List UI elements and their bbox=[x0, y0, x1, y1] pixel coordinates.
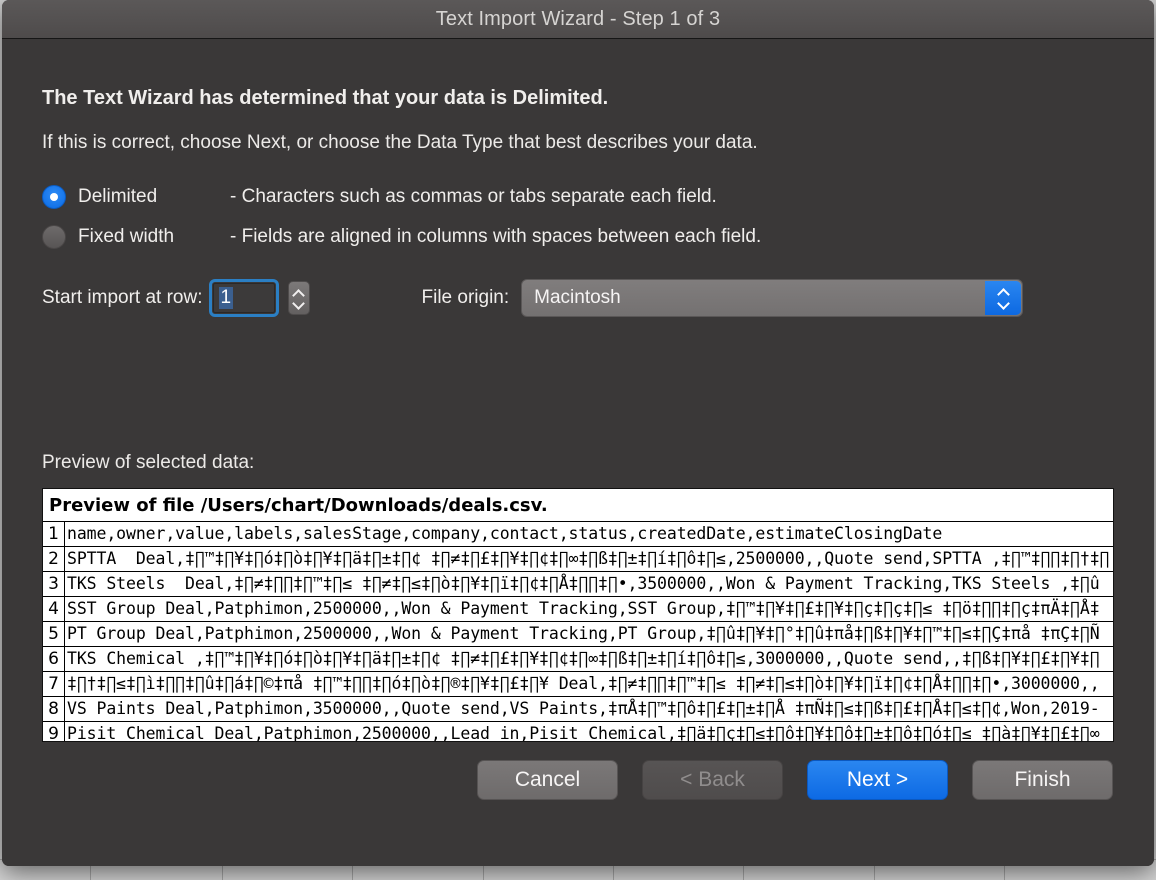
row-content: name,owner,value,labels,salesStage,compa… bbox=[67, 524, 943, 543]
row-content: VS Paints Deal,Patphimon,3500000,,Quote … bbox=[67, 699, 1100, 718]
back-button: < Back bbox=[642, 760, 783, 800]
dialog-title: Text Import Wizard - Step 1 of 3 bbox=[435, 7, 721, 30]
next-button[interactable]: Next > bbox=[807, 760, 948, 800]
start-import-row-label: Start import at row: bbox=[42, 287, 203, 308]
row-number: 4 bbox=[43, 597, 65, 621]
table-row: 2 SPTTA Deal,‡∏™‡∏¥‡∏ó‡∏ò‡∏¥‡∏ä‡∏±‡∏¢ ‡∏… bbox=[43, 547, 1113, 572]
radio-description-delimited: - Characters such as commas or tabs sepa… bbox=[230, 186, 717, 207]
radio-description-fixed-width: - Fields are aligned in columns with spa… bbox=[230, 226, 762, 247]
row-content: TKS Steels Deal,‡∏≠‡∏∏‡∏™‡∏≤ ‡∏≠‡∏≤‡∏ò‡∏… bbox=[67, 574, 1100, 593]
radio-option-fixed-width[interactable]: Fixed width - Fields are aligned in colu… bbox=[42, 220, 1114, 254]
dialog-titlebar: Text Import Wizard - Step 1 of 3 bbox=[2, 0, 1154, 39]
row-content: SPTTA Deal,‡∏™‡∏¥‡∏ó‡∏ò‡∏¥‡∏ä‡∏±‡∏¢ ‡∏≠‡… bbox=[67, 549, 1110, 568]
file-origin-label: File origin: bbox=[421, 287, 510, 308]
table-row: 4 SST Group Deal,Patphimon,2500000,,Won … bbox=[43, 597, 1113, 622]
dialog-button-row: Cancel < Back Next > Finish bbox=[42, 760, 1114, 800]
row-number: 1 bbox=[43, 522, 65, 546]
preview-section-label: Preview of selected data: bbox=[42, 452, 255, 473]
start-row-stepper[interactable] bbox=[287, 281, 310, 315]
radio-label-delimited: Delimited bbox=[78, 186, 158, 207]
row-content: ‡∏†‡∏≤‡∏ì‡∏∏‡∏û‡∏á‡∏©‡πå ‡∏™‡∏∏‡∏ó‡∏ò‡∏®… bbox=[67, 674, 1100, 693]
table-row: 3 TKS Steels Deal,‡∏≠‡∏∏‡∏™‡∏≤ ‡∏≠‡∏≤‡∏ò… bbox=[43, 572, 1113, 597]
start-row-value: 1 bbox=[218, 287, 234, 309]
row-number: 6 bbox=[43, 647, 65, 671]
preview-file-header: Preview of file /Users/chart/Downloads/d… bbox=[49, 495, 548, 516]
chevron-up-icon bbox=[998, 289, 1009, 296]
row-content: Pisit Chemical Deal,Patphimon,2500000,,L… bbox=[67, 724, 1100, 741]
row-number: 8 bbox=[43, 697, 65, 721]
table-row: 9 Pisit Chemical Deal,Patphimon,2500000,… bbox=[43, 722, 1113, 741]
import-options-row: Start import at row: 1 File origin: Maci… bbox=[42, 276, 1114, 320]
text-import-wizard-dialog: Text Import Wizard - Step 1 of 3 The Tex… bbox=[2, 0, 1154, 866]
row-number: 2 bbox=[43, 547, 65, 571]
chevron-up-icon[interactable] bbox=[293, 290, 304, 297]
table-row: 6 TKS Chemical ,‡∏™‡∏¥‡∏ó‡∏ò‡∏¥‡∏ä‡∏±‡∏¢… bbox=[43, 647, 1113, 672]
radio-selected-icon[interactable] bbox=[42, 185, 66, 209]
start-row-stepper-group[interactable]: 1 bbox=[208, 279, 310, 317]
chevron-down-icon[interactable] bbox=[293, 300, 304, 307]
start-row-input[interactable]: 1 bbox=[208, 279, 279, 317]
table-row: 1 name,owner,value,labels,salesStage,com… bbox=[43, 522, 1113, 547]
select-arrows-icon[interactable] bbox=[985, 281, 1022, 315]
row-content: PT Group Deal,Patphimon,2500000,,Won & P… bbox=[67, 624, 1100, 643]
row-content: TKS Chemical ,‡∏™‡∏¥‡∏ó‡∏ò‡∏¥‡∏ä‡∏±‡∏¢ ‡… bbox=[67, 649, 1100, 668]
table-row: 5 PT Group Deal,Patphimon,2500000,,Won &… bbox=[43, 622, 1113, 647]
row-number: 3 bbox=[43, 572, 65, 596]
file-origin-value: Macintosh bbox=[534, 287, 621, 308]
radio-unselected-icon[interactable] bbox=[42, 225, 66, 249]
table-row: 8 VS Paints Deal,Patphimon,3500000,,Quot… bbox=[43, 697, 1113, 722]
row-content: SST Group Deal,Patphimon,2500000,,Won & … bbox=[67, 599, 1100, 618]
file-origin-select[interactable]: Macintosh bbox=[521, 279, 1024, 317]
table-row: 7 ‡∏†‡∏≤‡∏ì‡∏∏‡∏û‡∏á‡∏©‡πå ‡∏™‡∏∏‡∏ó‡∏ò‡… bbox=[43, 672, 1113, 697]
finish-button[interactable]: Finish bbox=[972, 760, 1113, 800]
headline-text: The Text Wizard has determined that your… bbox=[42, 87, 609, 109]
data-type-radio-group: Delimited - Characters such as commas or… bbox=[42, 180, 1114, 254]
row-number: 7 bbox=[43, 672, 65, 696]
radio-label-fixed-width: Fixed width bbox=[78, 226, 175, 247]
row-number: 9 bbox=[43, 722, 65, 741]
cancel-button[interactable]: Cancel bbox=[477, 760, 618, 800]
chevron-down-icon bbox=[998, 300, 1009, 307]
subline-text: If this is correct, choose Next, or choo… bbox=[42, 132, 758, 153]
preview-panel[interactable]: Preview of file /Users/chart/Downloads/d… bbox=[42, 488, 1114, 742]
dialog-body: The Text Wizard has determined that your… bbox=[2, 39, 1154, 866]
radio-option-delimited[interactable]: Delimited - Characters such as commas or… bbox=[42, 180, 1114, 214]
row-number: 5 bbox=[43, 622, 65, 646]
preview-rows-container: 1 name,owner,value,labels,salesStage,com… bbox=[43, 521, 1113, 741]
